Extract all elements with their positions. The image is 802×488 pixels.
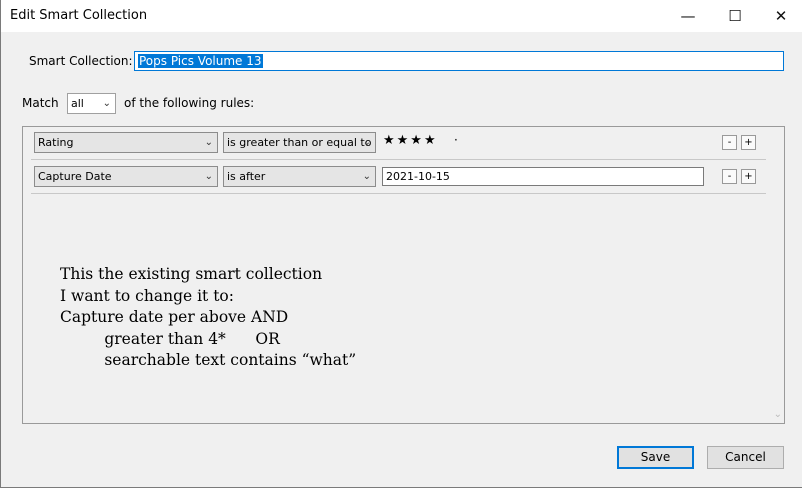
rule-operator-select[interactable]: is after ⌄ [223, 166, 376, 187]
match-select[interactable]: all ⌄ [67, 93, 116, 114]
cancel-button[interactable]: Cancel [707, 446, 784, 469]
rule-operator-select[interactable]: is greater than or equal to ⌄ [223, 132, 376, 153]
close-icon[interactable]: ✕ [758, 0, 802, 32]
smart-collection-label: Smart Collection: [29, 54, 133, 68]
rule-row: Capture Date ⌄ is after ⌄ 2021-10-15 - + [31, 161, 766, 194]
rule-field-value: Capture Date [38, 170, 112, 183]
rating-extra: · [454, 133, 458, 147]
annotation-line: Capture date per above AND [60, 308, 289, 326]
match-select-value: all [71, 97, 84, 110]
capture-date-input[interactable]: 2021-10-15 [382, 167, 704, 186]
edit-smart-collection-dialog: Edit Smart Collection — ☐ ✕ Smart Collec… [0, 0, 802, 488]
window-title: Edit Smart Collection [10, 8, 148, 23]
chevron-down-icon: ⌄ [204, 137, 213, 148]
smart-collection-name-input[interactable]: Pops Pics Volume 13 [134, 51, 784, 71]
save-button[interactable]: Save [617, 446, 694, 469]
rule-field-select[interactable]: Capture Date ⌄ [34, 166, 218, 187]
rule-operator-value: is greater than or equal to [227, 136, 372, 149]
minimize-icon[interactable]: — [665, 0, 711, 32]
rule-field-select[interactable]: Rating ⌄ [34, 132, 218, 153]
remove-rule-button[interactable]: - [722, 169, 737, 184]
annotation-line: searchable text contains “what” [60, 351, 357, 369]
chevron-down-icon: ⌄ [204, 171, 213, 182]
chevron-down-icon: ⌄ [362, 171, 371, 182]
add-rule-button[interactable]: + [741, 135, 756, 150]
rule-row: Rating ⌄ is greater than or equal to ⌄ ★… [31, 127, 766, 160]
title-bar: Edit Smart Collection — ☐ ✕ [1, 0, 802, 32]
rating-stars[interactable]: ★★★★ [383, 133, 438, 148]
annotation-text: This the existing smart collection I wan… [60, 264, 356, 372]
smart-collection-name-value: Pops Pics Volume 13 [138, 54, 263, 68]
maximize-icon[interactable]: ☐ [712, 0, 758, 32]
match-suffix-label: of the following rules: [124, 96, 255, 110]
rule-operator-value: is after [227, 170, 266, 183]
rule-field-value: Rating [38, 136, 74, 149]
annotation-line: This the existing smart collection [60, 265, 323, 283]
remove-rule-button[interactable]: - [722, 135, 737, 150]
annotation-line: I want to change it to: [60, 286, 234, 305]
chevron-down-icon: ⌄ [102, 98, 111, 109]
annotation-line: greater than 4* OR [60, 329, 280, 348]
add-rule-button[interactable]: + [741, 169, 756, 184]
chevron-down-icon: ⌄ [362, 137, 371, 148]
scroll-down-icon[interactable]: ⌄ [774, 409, 782, 420]
match-label: Match [22, 96, 59, 110]
